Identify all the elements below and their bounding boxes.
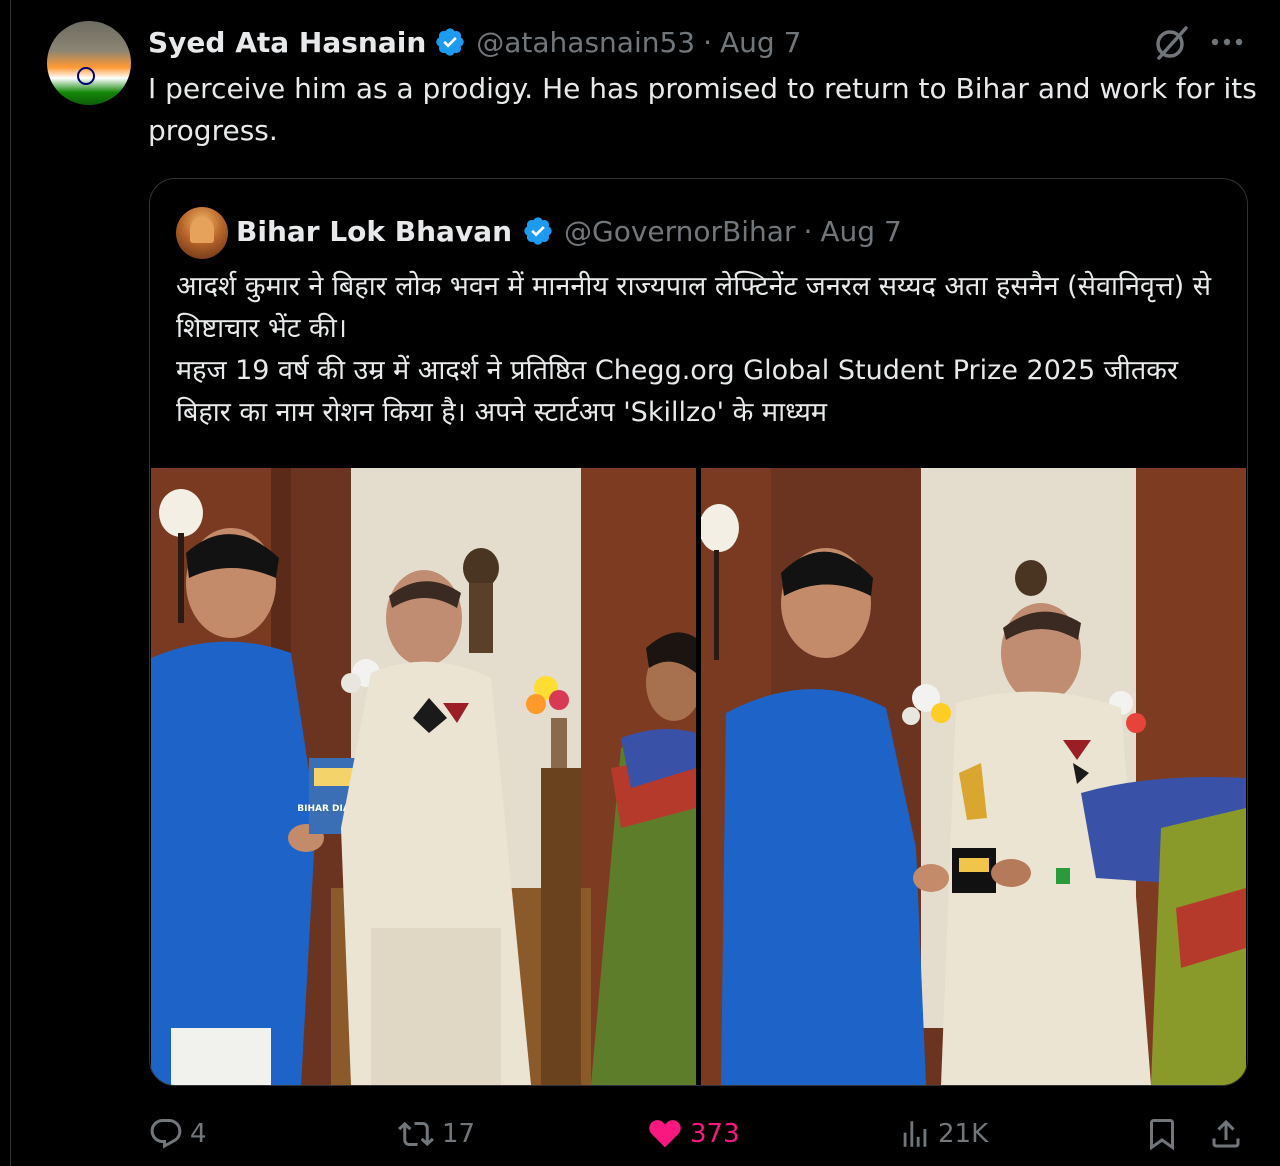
tweet-text: I perceive him as a prodigy. He has prom… (148, 72, 1257, 147)
avatar-dome-shape (190, 217, 214, 243)
reply-count: 4 (190, 1119, 207, 1149)
media-photo-1[interactable]: BIHAR DIARIES (151, 468, 696, 1085)
media-photo-2[interactable] (701, 468, 1246, 1085)
tweet-actions-bar: 4 17 373 21K (148, 1108, 1258, 1160)
quoted-tweet-date[interactable]: Aug 7 (820, 215, 901, 248)
share-icon (1212, 1119, 1240, 1148)
reply-button[interactable]: 4 (148, 1108, 207, 1160)
grok-icon[interactable] (1153, 24, 1191, 62)
views-count: 21K (938, 1119, 989, 1149)
quoted-header-separator: · (803, 214, 813, 248)
bookmark-button[interactable] (1144, 1108, 1180, 1160)
tweet-header: Syed Ata Hasnain @atahasnain53 · Aug 7 (148, 22, 801, 62)
quoted-author-handle[interactable]: @GovernorBihar (564, 215, 795, 248)
bookmark-icon (1150, 1119, 1174, 1151)
quoted-tweet-card[interactable]: Bihar Lok Bhavan @GovernorBihar · Aug 7 … (149, 178, 1248, 1086)
header-separator: · (703, 25, 713, 59)
tweet-date[interactable]: Aug 7 (720, 26, 801, 59)
author-handle[interactable]: @atahasnain53 (476, 26, 695, 59)
avatar-flag-chakra (77, 67, 95, 85)
views-button[interactable]: 21K (898, 1108, 988, 1160)
photo-1-illustration: BIHAR DIARIES (151, 468, 696, 1085)
heart-icon (649, 1120, 681, 1148)
quoted-author-name[interactable]: Bihar Lok Bhavan (236, 215, 512, 248)
quoted-tweet-header: Bihar Lok Bhavan @GovernorBihar · Aug 7 (236, 211, 902, 251)
quoted-tweet-text: आदर्श कुमार ने बिहार लोक भवन में माननीय … (176, 266, 1226, 434)
quoted-author-avatar[interactable] (176, 207, 228, 259)
repost-icon (398, 1121, 434, 1147)
like-button[interactable]: 373 (646, 1108, 740, 1160)
photo-2-illustration (701, 468, 1246, 1085)
author-name[interactable]: Syed Ata Hasnain (148, 26, 426, 59)
tweet[interactable]: Syed Ata Hasnain @atahasnain53 · Aug 7 I… (0, 0, 1280, 1166)
repost-button[interactable]: 17 (396, 1108, 475, 1160)
timeline-divider (10, 0, 11, 1166)
quoted-text-paragraph-2: महज 19 वर्ष की उम्र में आदर्श ने प्रतिष्… (176, 355, 1179, 428)
quoted-text-paragraph-1: आदर्श कुमार ने बिहार लोक भवन में माननीय … (176, 271, 1211, 344)
verified-badge-icon (524, 217, 552, 245)
views-icon (903, 1121, 927, 1147)
like-count: 373 (690, 1119, 740, 1149)
author-avatar[interactable] (47, 21, 131, 105)
verified-badge-icon (436, 28, 464, 56)
share-button[interactable] (1208, 1108, 1244, 1160)
reply-icon (150, 1119, 182, 1149)
more-icon[interactable] (1207, 30, 1247, 54)
repost-count: 17 (442, 1119, 476, 1149)
